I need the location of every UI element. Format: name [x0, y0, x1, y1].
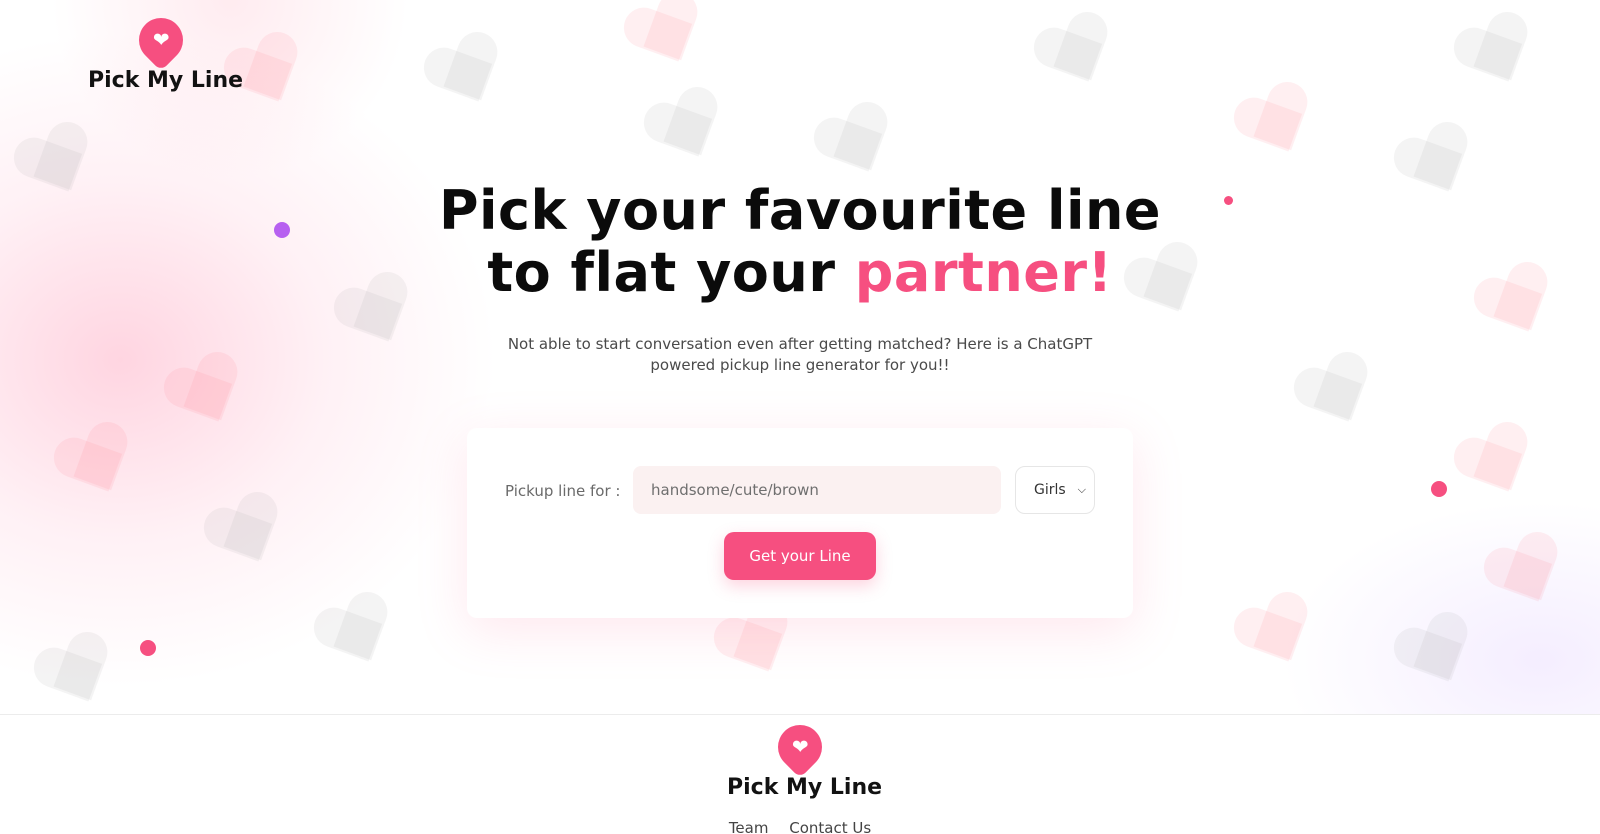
decorative-dot: [1224, 196, 1233, 205]
decorative-dot: [274, 222, 290, 238]
headline-line-2: to flat your: [487, 241, 855, 304]
headline-accent: partner!: [854, 241, 1113, 304]
background-heart-icon: [1228, 78, 1326, 176]
chevron-down-icon: ⌵: [1077, 483, 1086, 496]
pickup-line-form: Pickup line for : Girls ⌵ Get your Line: [467, 428, 1133, 618]
gender-select[interactable]: Girls ⌵: [1015, 466, 1095, 514]
get-line-button[interactable]: Get your Line: [724, 532, 876, 580]
footer-links: Team Contact Us: [0, 819, 1600, 834]
hero-subtitle: Not able to start conversation even afte…: [507, 335, 1093, 374]
headline-line-1: Pick your favourite line: [438, 179, 1162, 242]
footer: ❤ Pick My Line Team Contact Us: [0, 714, 1600, 834]
page-title: Pick your favourite line to flat your pa…: [400, 180, 1200, 304]
decorative-dot: [1431, 481, 1447, 497]
heart-chat-bubble-icon: ❤: [129, 8, 193, 72]
footer-logo[interactable]: ❤ Pick My Line: [727, 715, 883, 800]
pickup-line-input[interactable]: [633, 466, 1001, 514]
footer-link-team[interactable]: Team: [729, 819, 769, 834]
hero-section: ❤ Pick My Line Pick your favourite line …: [0, 0, 1600, 714]
logo-text: Pick My Line: [88, 68, 244, 93]
background-heart-icon: [1028, 8, 1126, 106]
footer-link-contact[interactable]: Contact Us: [789, 819, 871, 834]
background-heart-icon: [1388, 118, 1486, 216]
heart-chat-bubble-icon: ❤: [768, 715, 832, 779]
decorative-dot: [140, 640, 156, 656]
background-heart-icon: [1288, 348, 1386, 446]
background-heart-icon: [1448, 8, 1546, 106]
page: ❤ Pick My Line Pick your favourite line …: [0, 0, 1600, 834]
background-heart-icon: [638, 83, 736, 181]
gender-select-value: Girls: [1034, 482, 1066, 498]
site-logo[interactable]: ❤ Pick My Line: [88, 8, 244, 93]
background-heart-icon: [618, 0, 716, 86]
pickup-line-label: Pickup line for :: [505, 482, 621, 500]
footer-logo-text: Pick My Line: [727, 775, 883, 800]
background-heart-icon: [1468, 258, 1566, 356]
